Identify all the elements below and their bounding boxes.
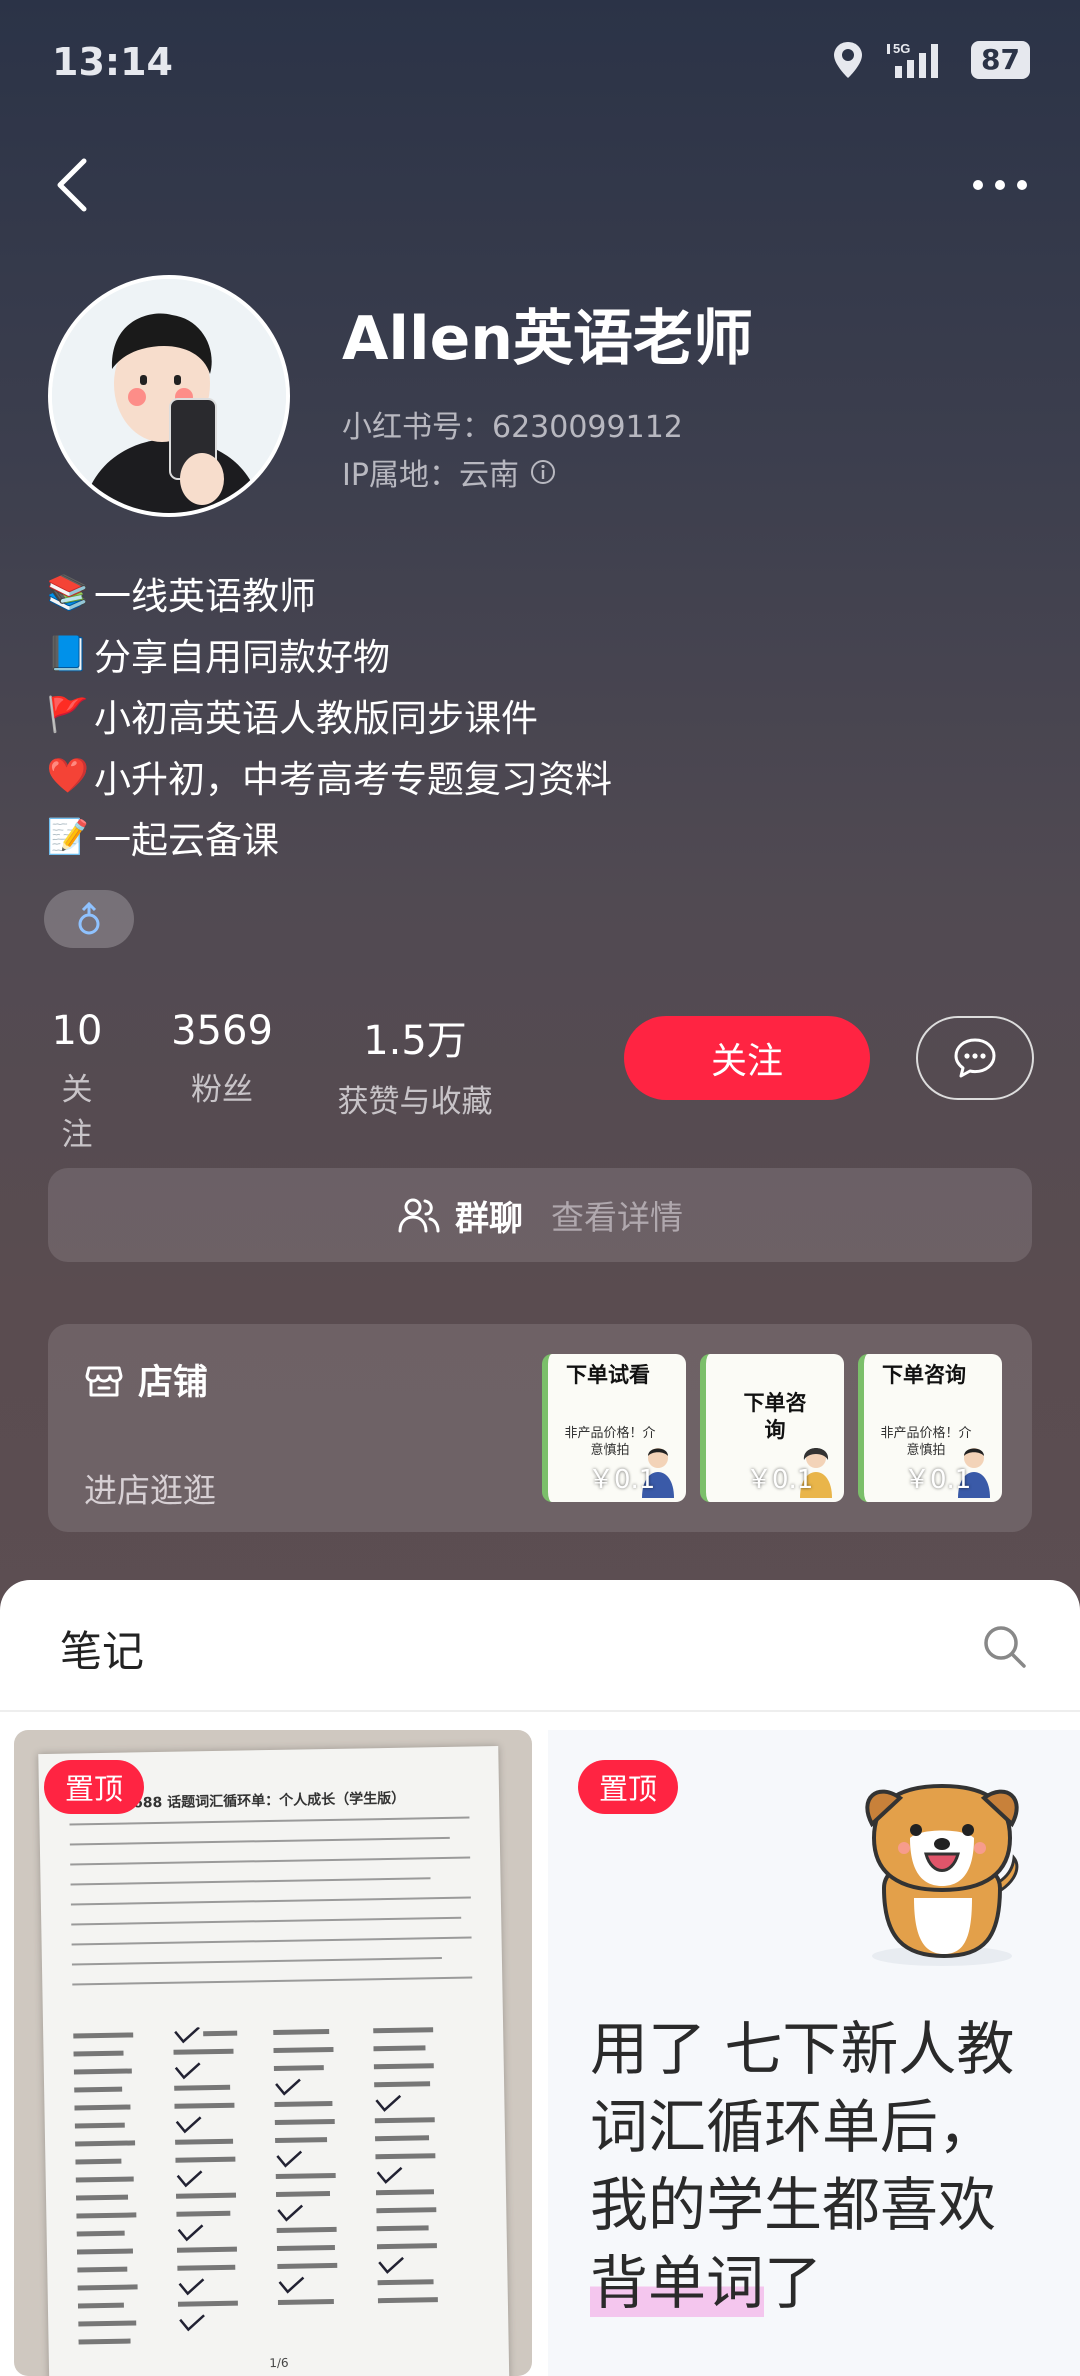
shop-item-thumbnail[interactable]: 下单咨询 非产品价格！介意慎拍 ￥0.1 [858,1354,1002,1502]
stat-label: 粉丝 [191,1072,253,1108]
avatar[interactable] [48,275,290,517]
shop-card[interactable]: 店铺 进店逛逛 下单试看 非产品价格！介意慎拍 ￥0.1 下单咨询 ￥0.1 下… [48,1324,1032,1532]
stat-following[interactable]: 10 关注 [48,1008,106,1154]
dog-illustration [865,1783,1019,1966]
ip-location: IP属地：云南 [342,450,557,494]
shop-item-thumbnail[interactable]: 下单咨询 ￥0.1 [700,1354,844,1502]
shop-item-title: 下单试看 [566,1363,650,1387]
location-icon [834,42,863,78]
note-cover-text-a: 用了 七下新人教词汇循环单后，我的学生都喜欢 [590,2015,1015,2239]
chevron-left-icon [57,158,87,212]
message-button[interactable] [916,1016,1034,1100]
bio-line: ❤️ 小升初，中考高考专题复习资料 [46,745,612,806]
battery-indicator: 87 [971,41,1030,79]
username: Allen英语老师 [342,304,753,374]
stat-followers[interactable]: 3569 粉丝 [170,1008,274,1109]
shop-item-price: ￥0.1 [746,1465,814,1495]
shop-title: 店铺 [138,1363,209,1403]
follow-button[interactable]: 关注 [624,1016,870,1100]
more-dots-icon [973,180,1027,190]
pinned-badge: 置顶 [44,1760,144,1814]
bio-text: 一起云备课 [94,818,279,862]
group-chat-detail: 查看详情 [551,1198,683,1237]
stat-number: 3569 [171,1008,273,1054]
divider [0,1710,1080,1712]
worksheet-column [73,2032,138,2345]
bio: 📚 一线英语教师 📘 分享自用同款好物 🚩 小初高英语人教版同步课件 ❤️ 小升… [46,562,612,867]
bio-line: 📝 一起云备课 [46,806,612,867]
note-card[interactable]: 置顶 用了 七下新人教词汇循环单后，我的学生都喜欢背单词了 [548,1730,1080,2376]
worksheet-line [71,1936,472,1946]
worksheet-line [70,1877,431,1886]
ip-location-text: IP属地：云南 [342,458,519,493]
bio-text: 小升初，中考高考专题复习资料 [94,757,612,801]
note-cover-text: 用了 七下新人教词汇循环单后，我的学生都喜欢背单词了 [590,2010,1040,2322]
notes-sheet: 笔记 688 话题词汇循环单：个人成长（学生版） 1/6 置顶 置顶 用了 七下… [0,1580,1080,2376]
svg-text:5G: 5G [893,41,910,56]
shop-enter-link[interactable]: 进店逛逛 [84,1464,216,1512]
shop-item-title: 下单咨询 [743,1391,807,1443]
bio-text: 分享自用同款好物 [94,635,390,679]
memo-icon: 📝 [46,816,90,857]
book-icon: 📘 [46,633,90,674]
red-id[interactable]: 小红书号：6230099112 [342,402,683,446]
back-button[interactable] [50,155,100,215]
worksheet-line [71,1957,442,1966]
heart-icon: ❤️ [46,755,90,796]
stat-likes[interactable]: 1.5万 获赞与收藏 [332,1008,498,1121]
worksheet-column [173,2026,238,2332]
books-icon: 📚 [46,572,90,613]
bio-line: 📘 分享自用同款好物 [46,623,612,684]
worksheet-line [71,1916,462,1926]
shop-item-title: 下单咨询 [882,1363,966,1387]
search-button[interactable] [980,1622,1028,1670]
info-icon[interactable] [529,458,557,486]
stat-number: 10 [51,1008,103,1054]
search-icon [984,1626,1026,1668]
worksheet-photo: 688 话题词汇循环单：个人成长（学生版） 1/6 [38,1746,510,2376]
group-chat-title: 群聊 [455,1198,523,1239]
shop-header: 店铺 [84,1354,208,1405]
gender-badge [44,890,134,948]
group-chat-bar[interactable]: 群聊 查看详情 [48,1168,1032,1262]
worksheet-line [70,1856,471,1866]
shop-item-price: ￥0.1 [904,1465,972,1495]
chat-bubble-icon [954,1038,996,1078]
stat-label: 关注 [61,1072,93,1153]
worksheet-line [69,1836,450,1846]
store-icon [85,1366,123,1396]
group-users-icon [398,1198,440,1233]
bio-line: 🚩 小初高英语人教版同步课件 [46,684,612,745]
bio-line: 📚 一线英语教师 [46,562,612,623]
pinned-badge: 置顶 [578,1760,678,1814]
status-icons: 5G 87 [831,40,1030,80]
signal-icon: 5G [887,41,939,78]
worksheet-column [373,2027,438,2304]
flag-icon: 🚩 [46,694,90,735]
note-card[interactable]: 688 话题词汇循环单：个人成长（学生版） 1/6 置顶 [14,1730,532,2376]
status-time: 13:14 [52,40,173,84]
note-cover-text-b: 了 [764,2249,823,2317]
bio-text: 一线英语教师 [94,574,316,618]
stat-number: 1.5万 [363,1018,467,1064]
more-button[interactable] [970,170,1030,200]
worksheet-line [69,1816,470,1826]
stat-label: 获赞与收藏 [337,1084,493,1120]
shop-item-thumbnail[interactable]: 下单试看 非产品价格！介意慎拍 ￥0.1 [542,1354,686,1502]
note-cover-highlight: 背单词 [590,2249,765,2317]
male-icon [78,902,100,935]
worksheet-line [70,1896,471,1906]
shop-item-price: ￥0.1 [588,1465,656,1495]
worksheet-line [72,1976,473,1986]
worksheet-column [273,2029,338,2305]
status-bar: 13:14 5G 87 [0,0,1080,120]
tab-notes[interactable]: 笔记 [60,1618,144,1679]
bio-text: 小初高英语人教版同步课件 [94,696,538,740]
avatar-illustration [52,279,286,513]
